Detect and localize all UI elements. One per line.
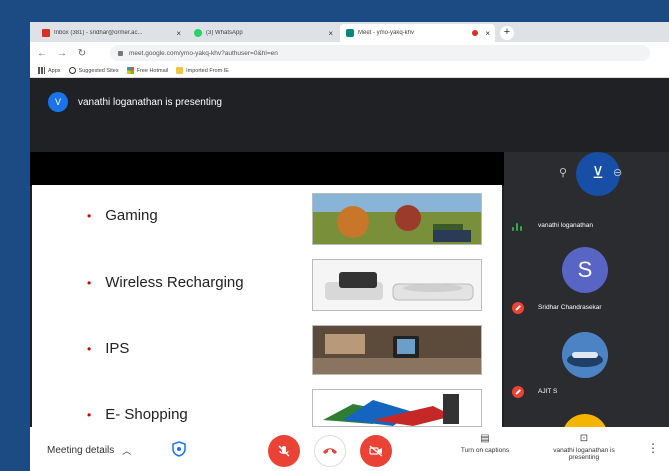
meet-icon — [346, 29, 354, 37]
participant-name: Sridhar Chandrasekar — [538, 304, 602, 311]
gmail-icon — [42, 29, 50, 37]
captions-label: Turn on captions — [460, 447, 510, 454]
apps-grid-icon — [38, 67, 45, 74]
meeting-details-button[interactable]: Meeting details ︿ — [47, 444, 131, 457]
tab-gmail[interactable]: Inbox (381) - sridhar@ormer.ac... × — [36, 24, 186, 42]
shared-slide: • Gaming • Wireless Recharging • IPS • E… — [32, 185, 502, 427]
bookmarks-bar: Apps Suggested Sites Free Hotmail Import… — [30, 64, 669, 78]
slide-bullet: • Wireless Recharging — [87, 274, 244, 291]
bullet-icon: • — [87, 275, 92, 290]
captions-button[interactable]: ▤ Turn on captions — [445, 433, 525, 454]
wireless-charger-image — [312, 259, 482, 311]
tab-label: Inbox (381) - sridhar@ormer.ac... — [54, 30, 143, 36]
chevron-up-icon: ︿ — [122, 446, 132, 456]
bookmark-imported-from-ie[interactable]: Imported From IE — [176, 67, 229, 74]
gaming-image — [312, 193, 482, 245]
bookmark-suggested-sites[interactable]: Suggested Sites — [68, 67, 119, 74]
address-bar[interactable]: meet.google.com/ymo-yakq-khv?authuser=0&… — [110, 45, 650, 61]
presenter-avatar: V — [48, 92, 68, 112]
meeting-stage: V vanathi loganathan is presenting • Gam… — [30, 78, 669, 460]
presenter-text: vanathi loganathan is presenting — [78, 97, 222, 108]
presentation-letterbox — [30, 152, 504, 186]
participant-name: AJIT S — [538, 388, 558, 395]
back-icon[interactable]: ← — [34, 48, 50, 59]
more-options-icon[interactable]: ⋮ — [647, 441, 659, 455]
bookmark-apps[interactable]: Apps — [38, 67, 61, 74]
bookmark-label: Imported From IE — [186, 67, 229, 74]
mic-off-icon — [512, 386, 524, 398]
speaking-indicator-icon — [512, 223, 524, 231]
url-text: meet.google.com/ymo-yakq-khv?authuser=0&… — [129, 49, 278, 57]
participant-avatar — [562, 332, 608, 378]
recording-dot-icon — [472, 30, 479, 36]
lock-icon — [118, 50, 123, 56]
mic-off-icon — [278, 445, 290, 457]
suggested-sites-icon — [68, 67, 76, 74]
close-icon[interactable]: × — [176, 29, 181, 38]
camera-off-icon — [369, 445, 383, 457]
e-shopping-image — [312, 389, 482, 427]
mic-off-icon — [512, 302, 524, 314]
leave-call-button[interactable] — [314, 435, 346, 467]
meeting-controls-bar: Meeting details ︿ ▤ Turn on captions ⊡ v… — [30, 427, 669, 471]
presenting-button[interactable]: ⊡ vanathi loganathan is presenting — [538, 433, 630, 461]
ips-image — [312, 325, 482, 375]
close-icon[interactable]: × — [328, 29, 333, 38]
participant-panel: ⊻ ⚲ ⊖ vanathi loganathan S Sridhar Chand… — [504, 152, 669, 460]
more-options-icon[interactable]: ⊖ — [613, 166, 622, 179]
folder-icon — [176, 67, 184, 74]
close-icon[interactable]: × — [485, 29, 490, 38]
participant-name: vanathi loganathan — [538, 222, 593, 229]
tile-controls: ⚲ ⊖ — [559, 157, 631, 189]
shield-icon[interactable] — [172, 441, 186, 457]
bullet-icon: • — [87, 208, 92, 223]
bookmark-free-hotmail[interactable]: Free Hotmail — [126, 67, 169, 74]
browser-toolbar: ← → ↻ meet.google.com/ymo-yakq-khv?authu… — [30, 42, 669, 64]
tab-strip: Inbox (381) - sridhar@ormer.ac... × (3) … — [30, 22, 669, 42]
forward-icon[interactable]: → — [54, 48, 70, 59]
captions-icon: ▤ — [480, 433, 490, 444]
bookmark-label: Apps — [48, 67, 61, 74]
meeting-details-label: Meeting details — [47, 445, 115, 456]
bookmark-label: Free Hotmail — [136, 67, 169, 74]
participant-avatar: S — [562, 247, 608, 293]
new-tab-button[interactable]: + — [500, 26, 514, 40]
slide-bullet: • IPS — [87, 340, 130, 357]
reload-icon[interactable]: ↻ — [74, 48, 90, 59]
presenting-label: vanathi loganathan is presenting — [553, 447, 615, 461]
bullet-icon: • — [87, 341, 92, 356]
tab-label: (3) WhatsApp — [206, 30, 243, 36]
windows-logo-icon — [126, 67, 134, 74]
tab-label: Meet - ymo-yakq-khv — [358, 30, 415, 36]
bullet-icon: • — [87, 407, 92, 422]
bookmark-label: Suggested Sites — [78, 67, 119, 74]
whatsapp-icon — [194, 29, 202, 37]
pin-icon[interactable]: ⚲ — [559, 166, 567, 179]
hang-up-icon — [323, 448, 337, 454]
slide-bullet: • E- Shopping — [87, 406, 188, 423]
camera-toggle-button[interactable] — [360, 435, 392, 467]
slide-bullet: • Gaming — [87, 207, 158, 224]
tab-whatsapp[interactable]: (3) WhatsApp × — [188, 24, 338, 42]
browser-window: Inbox (381) - sridhar@ormer.ac... × (3) … — [30, 22, 669, 471]
tab-meet[interactable]: Meet - ymo-yakq-khv × — [340, 24, 495, 42]
mic-toggle-button[interactable] — [268, 435, 300, 467]
present-screen-icon: ⊡ — [579, 433, 589, 444]
